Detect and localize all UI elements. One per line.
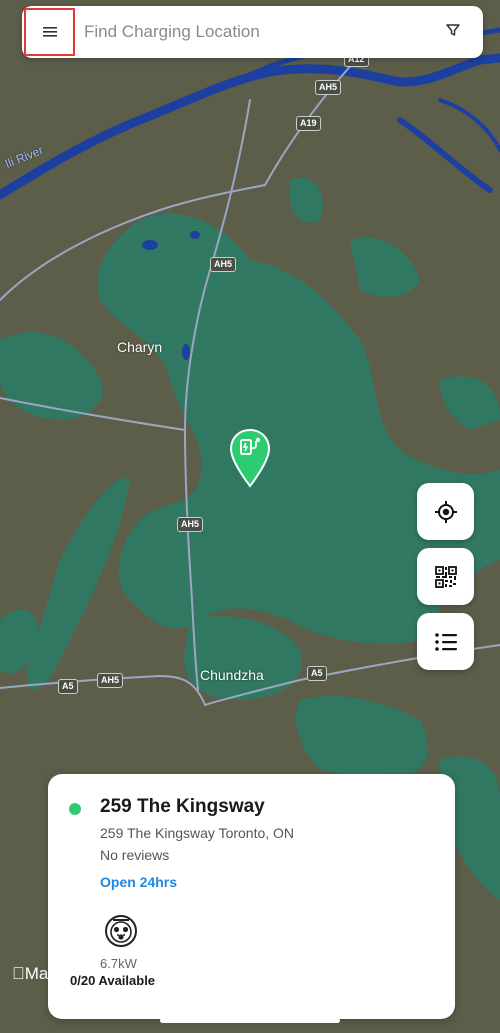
menu-button[interactable] (24, 8, 75, 56)
apple-maps-label: Ma (12, 964, 49, 983)
home-indicator[interactable] (160, 1018, 340, 1023)
map-label-town-chundzha: Chundzha (200, 667, 264, 683)
road-shield: AH5 (177, 517, 204, 532)
apple-logo-icon:  (12, 964, 25, 983)
station-hours: Open 24hrs (100, 874, 178, 890)
apple-maps-attribution[interactable]: Ma (12, 964, 48, 984)
road-shield: AH5 (210, 257, 237, 272)
station-reviews[interactable]: No reviews (100, 847, 169, 863)
station-name: 259 The Kingsway (100, 796, 265, 817)
connector-power: 6.7kW (100, 956, 137, 971)
hamburger-menu-icon (42, 27, 57, 37)
crosshair-target-icon (434, 500, 457, 523)
qr-code-icon (434, 565, 457, 588)
list-icon (434, 632, 457, 651)
locate-me-button[interactable] (417, 483, 474, 540)
search-bar (22, 6, 483, 58)
road-shield: AH5 (315, 80, 342, 95)
charger-map-pin[interactable] (229, 428, 271, 488)
status-dot (69, 803, 81, 815)
ev-charger-pin-icon (229, 428, 271, 488)
qr-scan-button[interactable] (417, 548, 474, 605)
road-shield: A5 (307, 666, 327, 681)
station-address: 259 The Kingsway Toronto, ON (100, 825, 295, 841)
road-shield: AH5 (97, 673, 124, 688)
station-card[interactable]: 259 The Kingsway 259 The Kingsway Toront… (48, 774, 455, 1019)
road-shield: A19 (296, 116, 321, 131)
filter-funnel-icon (446, 24, 460, 36)
list-view-button[interactable] (417, 613, 474, 670)
map-label-town-charyn: Charyn (117, 339, 163, 355)
filter-button[interactable] (445, 22, 465, 42)
connector-availability: 0/20 Available (70, 973, 156, 988)
search-input[interactable] (84, 18, 414, 46)
road-shield: A5 (58, 679, 78, 694)
j1772-connector-icon (105, 915, 137, 947)
